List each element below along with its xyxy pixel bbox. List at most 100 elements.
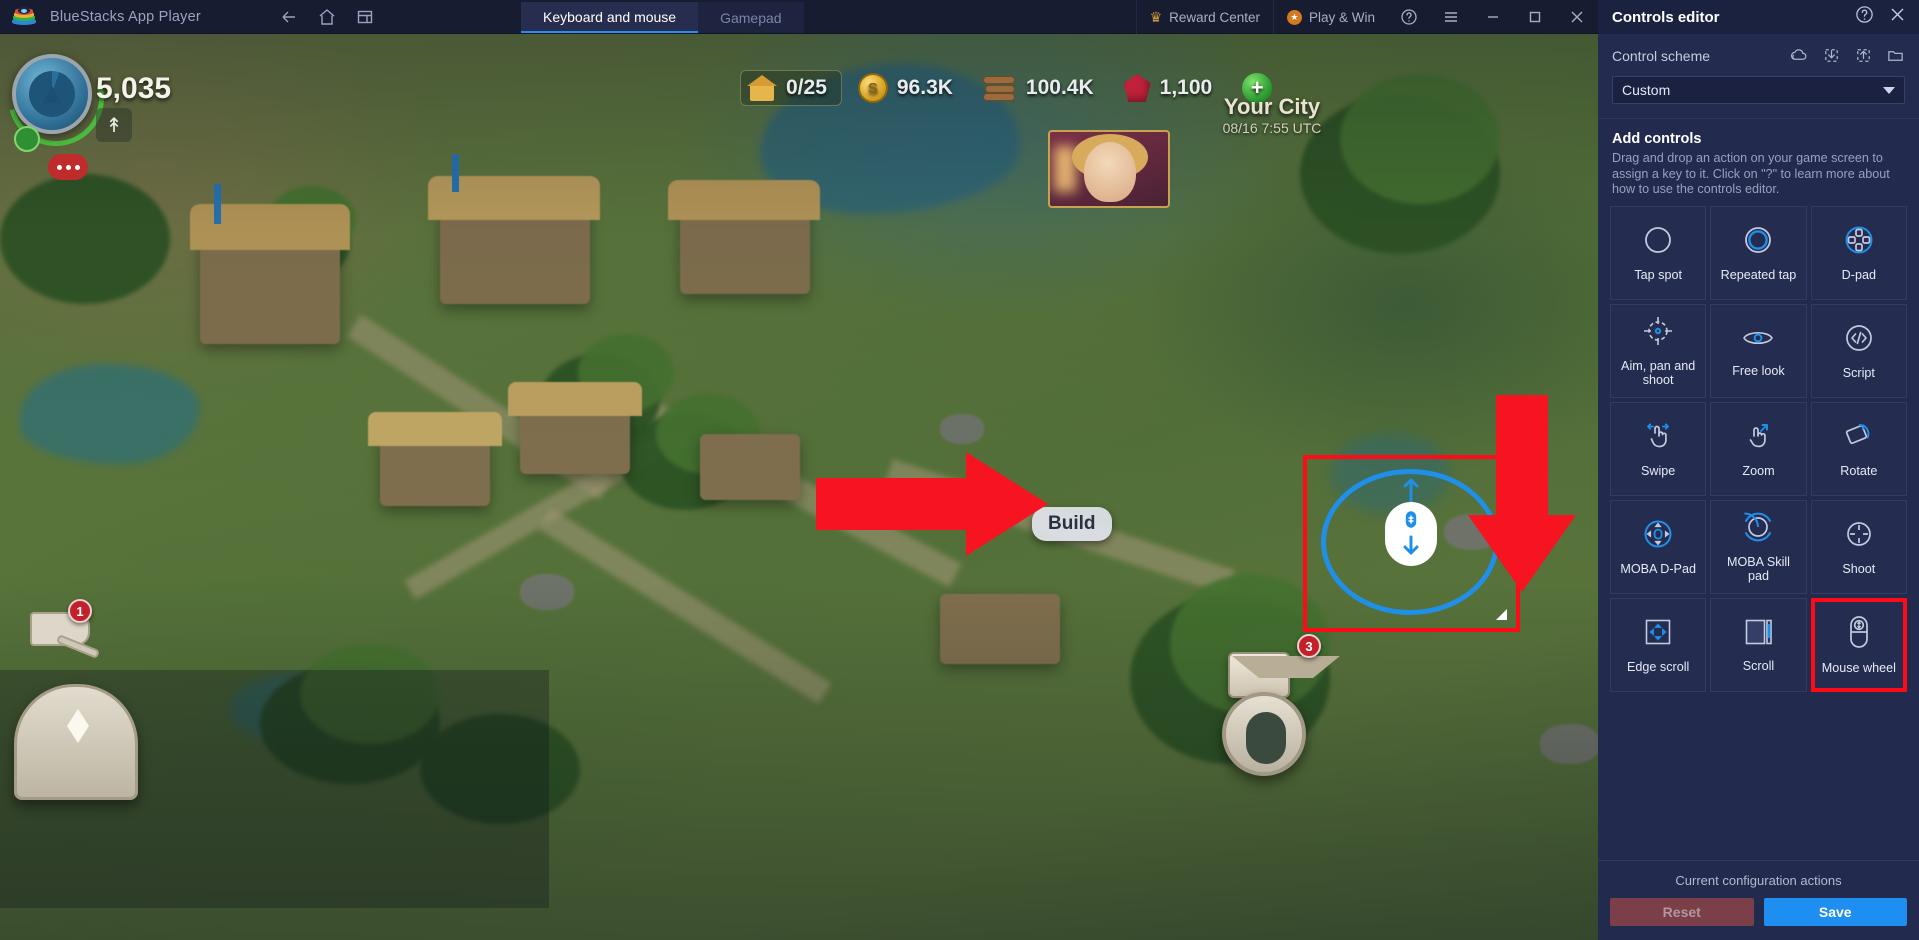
play-and-win-label: Play & Win — [1308, 9, 1375, 25]
scroll-up-arrow-icon — [1403, 477, 1419, 504]
repeated-tap-icon — [1741, 223, 1775, 262]
swipe-icon — [1641, 419, 1675, 458]
game-viewport[interactable]: ▲ 5,035 ↟ 0/25 S 96.3K 100.4K 1,100 + Yo… — [0, 34, 1598, 940]
menu-icon[interactable] — [1430, 0, 1472, 34]
avatar[interactable]: ▲ — [12, 54, 92, 134]
resource-housing[interactable]: 0/25 — [740, 70, 842, 106]
export-icon[interactable] — [1854, 46, 1873, 65]
window-titlebar: BlueStacks App Player Keyboard and mouse… — [0, 0, 1598, 34]
building[interactable] — [700, 434, 800, 500]
control-item-script[interactable]: Script — [1810, 303, 1907, 398]
control-item-label: Scroll — [1742, 659, 1775, 674]
control-item-tap-spot[interactable]: Tap spot — [1610, 205, 1707, 300]
control-item-moba-skill-pad[interactable]: MOBA Skill pad — [1710, 499, 1807, 594]
gate-monument[interactable] — [14, 684, 138, 800]
control-item-scroll[interactable]: Scroll — [1710, 597, 1807, 692]
building-roof — [508, 382, 642, 416]
mouse-wheel-icon — [1845, 614, 1873, 655]
mail-button[interactable] — [1228, 652, 1340, 698]
tab-gamepad[interactable]: Gamepad — [698, 2, 803, 33]
control-scheme-select[interactable]: Custom — [1612, 76, 1905, 104]
add-controls-section: Add controls Drag and drop an action on … — [1598, 119, 1919, 198]
play-and-win-button[interactable]: ★ Play & Win — [1272, 0, 1388, 34]
rock — [520, 574, 574, 610]
control-item-free-look[interactable]: Free look — [1710, 303, 1807, 398]
building[interactable] — [200, 234, 340, 344]
coin-icon: S — [857, 73, 888, 103]
tap-spot-icon — [1641, 223, 1675, 262]
building-roof — [368, 412, 502, 446]
maximize-icon[interactable] — [1514, 0, 1556, 34]
rotate-icon — [1841, 419, 1877, 458]
control-item-repeated-tap[interactable]: Repeated tap — [1710, 205, 1807, 300]
control-item-label: Script — [1842, 366, 1875, 381]
road — [538, 508, 832, 704]
control-item-rotate[interactable]: Rotate — [1810, 401, 1907, 496]
import-icon[interactable] — [1822, 46, 1841, 65]
scroll-down-arrow-icon — [1403, 535, 1419, 555]
control-item-aim-pan-and-shoot[interactable]: Aim, pan and shoot — [1610, 303, 1707, 398]
event-portrait[interactable] — [1048, 130, 1170, 208]
wood-icon — [982, 75, 1017, 101]
help-icon[interactable] — [1388, 0, 1430, 34]
resource-coins[interactable]: S 96.3K — [852, 69, 967, 107]
panel-footer: Current configuration actions Reset Save — [1598, 860, 1919, 940]
upgrade-button[interactable]: ↟ — [96, 108, 132, 142]
zoom-icon — [1741, 419, 1775, 458]
portrait-face — [1084, 142, 1136, 202]
moba-skill-pad-icon — [1741, 510, 1775, 549]
rock — [940, 414, 984, 444]
folder-icon[interactable] — [1886, 46, 1905, 65]
tab-keyboard-and-mouse[interactable]: Keyboard and mouse — [521, 2, 699, 33]
control-item-moba-d-pad[interactable]: MOBA D-Pad — [1610, 499, 1707, 594]
resize-handle[interactable] — [1496, 609, 1507, 620]
flag-pole — [214, 184, 221, 224]
reward-center-button[interactable]: ♛ Reward Center — [1135, 0, 1273, 34]
multi-instance-icon[interactable] — [355, 7, 375, 27]
panel-title: Controls editor — [1612, 8, 1720, 26]
clock-monument[interactable] — [1222, 692, 1306, 776]
tree — [1340, 74, 1500, 204]
restore-cloud-icon[interactable] — [1790, 46, 1809, 65]
crown-icon: ♛ — [1149, 8, 1163, 25]
minimize-icon[interactable] — [1472, 0, 1514, 34]
home-icon[interactable] — [317, 7, 337, 27]
free-look-icon — [1739, 323, 1777, 358]
more-options-button[interactable] — [48, 154, 88, 180]
house-icon — [747, 75, 777, 101]
flag-pole — [452, 154, 459, 192]
control-item-mouse-wheel[interactable]: Mouse wheel — [1810, 597, 1907, 692]
control-item-dpad[interactable]: D-pad — [1810, 205, 1907, 300]
control-item-zoom[interactable]: Zoom — [1710, 401, 1807, 496]
nav-icon-group — [279, 7, 375, 27]
panel-header: Controls editor — [1598, 0, 1919, 34]
pond — [20, 364, 200, 464]
resource-wood[interactable]: 100.4K — [977, 71, 1108, 105]
control-item-shoot[interactable]: Shoot — [1810, 499, 1907, 594]
power-value: 5,035 — [96, 72, 172, 105]
edge-scroll-icon — [1641, 615, 1675, 654]
building[interactable] — [940, 594, 1060, 664]
reward-center-label: Reward Center — [1169, 9, 1260, 25]
control-item-label: Mouse wheel — [1821, 661, 1896, 676]
control-item-swipe[interactable]: Swipe — [1610, 401, 1707, 496]
city-name: Your City — [1223, 94, 1321, 119]
back-icon[interactable] — [279, 7, 299, 27]
control-scheme-value: Custom — [1622, 82, 1671, 98]
city-time: 08/16 7:55 UTC — [1222, 120, 1322, 136]
mouse-wheel-control-widget[interactable] — [1385, 502, 1437, 566]
control-item-label: D-pad — [1841, 268, 1876, 283]
control-item-edge-scroll[interactable]: Edge scroll — [1610, 597, 1707, 692]
question-circle-icon[interactable] — [1855, 5, 1874, 29]
reset-button[interactable]: Reset — [1610, 898, 1754, 926]
current-configuration-actions-label: Current configuration actions — [1675, 873, 1842, 888]
control-item-label: Repeated tap — [1720, 268, 1797, 283]
clan-emblem-icon: ▲ — [29, 71, 75, 117]
add-controls-title: Add controls — [1612, 131, 1702, 147]
close-icon[interactable] — [1888, 5, 1907, 29]
close-icon[interactable] — [1556, 0, 1598, 34]
mailbox[interactable] — [30, 612, 106, 668]
level-badge — [14, 126, 40, 152]
control-item-label: MOBA Skill pad — [1727, 554, 1790, 584]
save-button[interactable]: Save — [1763, 898, 1907, 926]
